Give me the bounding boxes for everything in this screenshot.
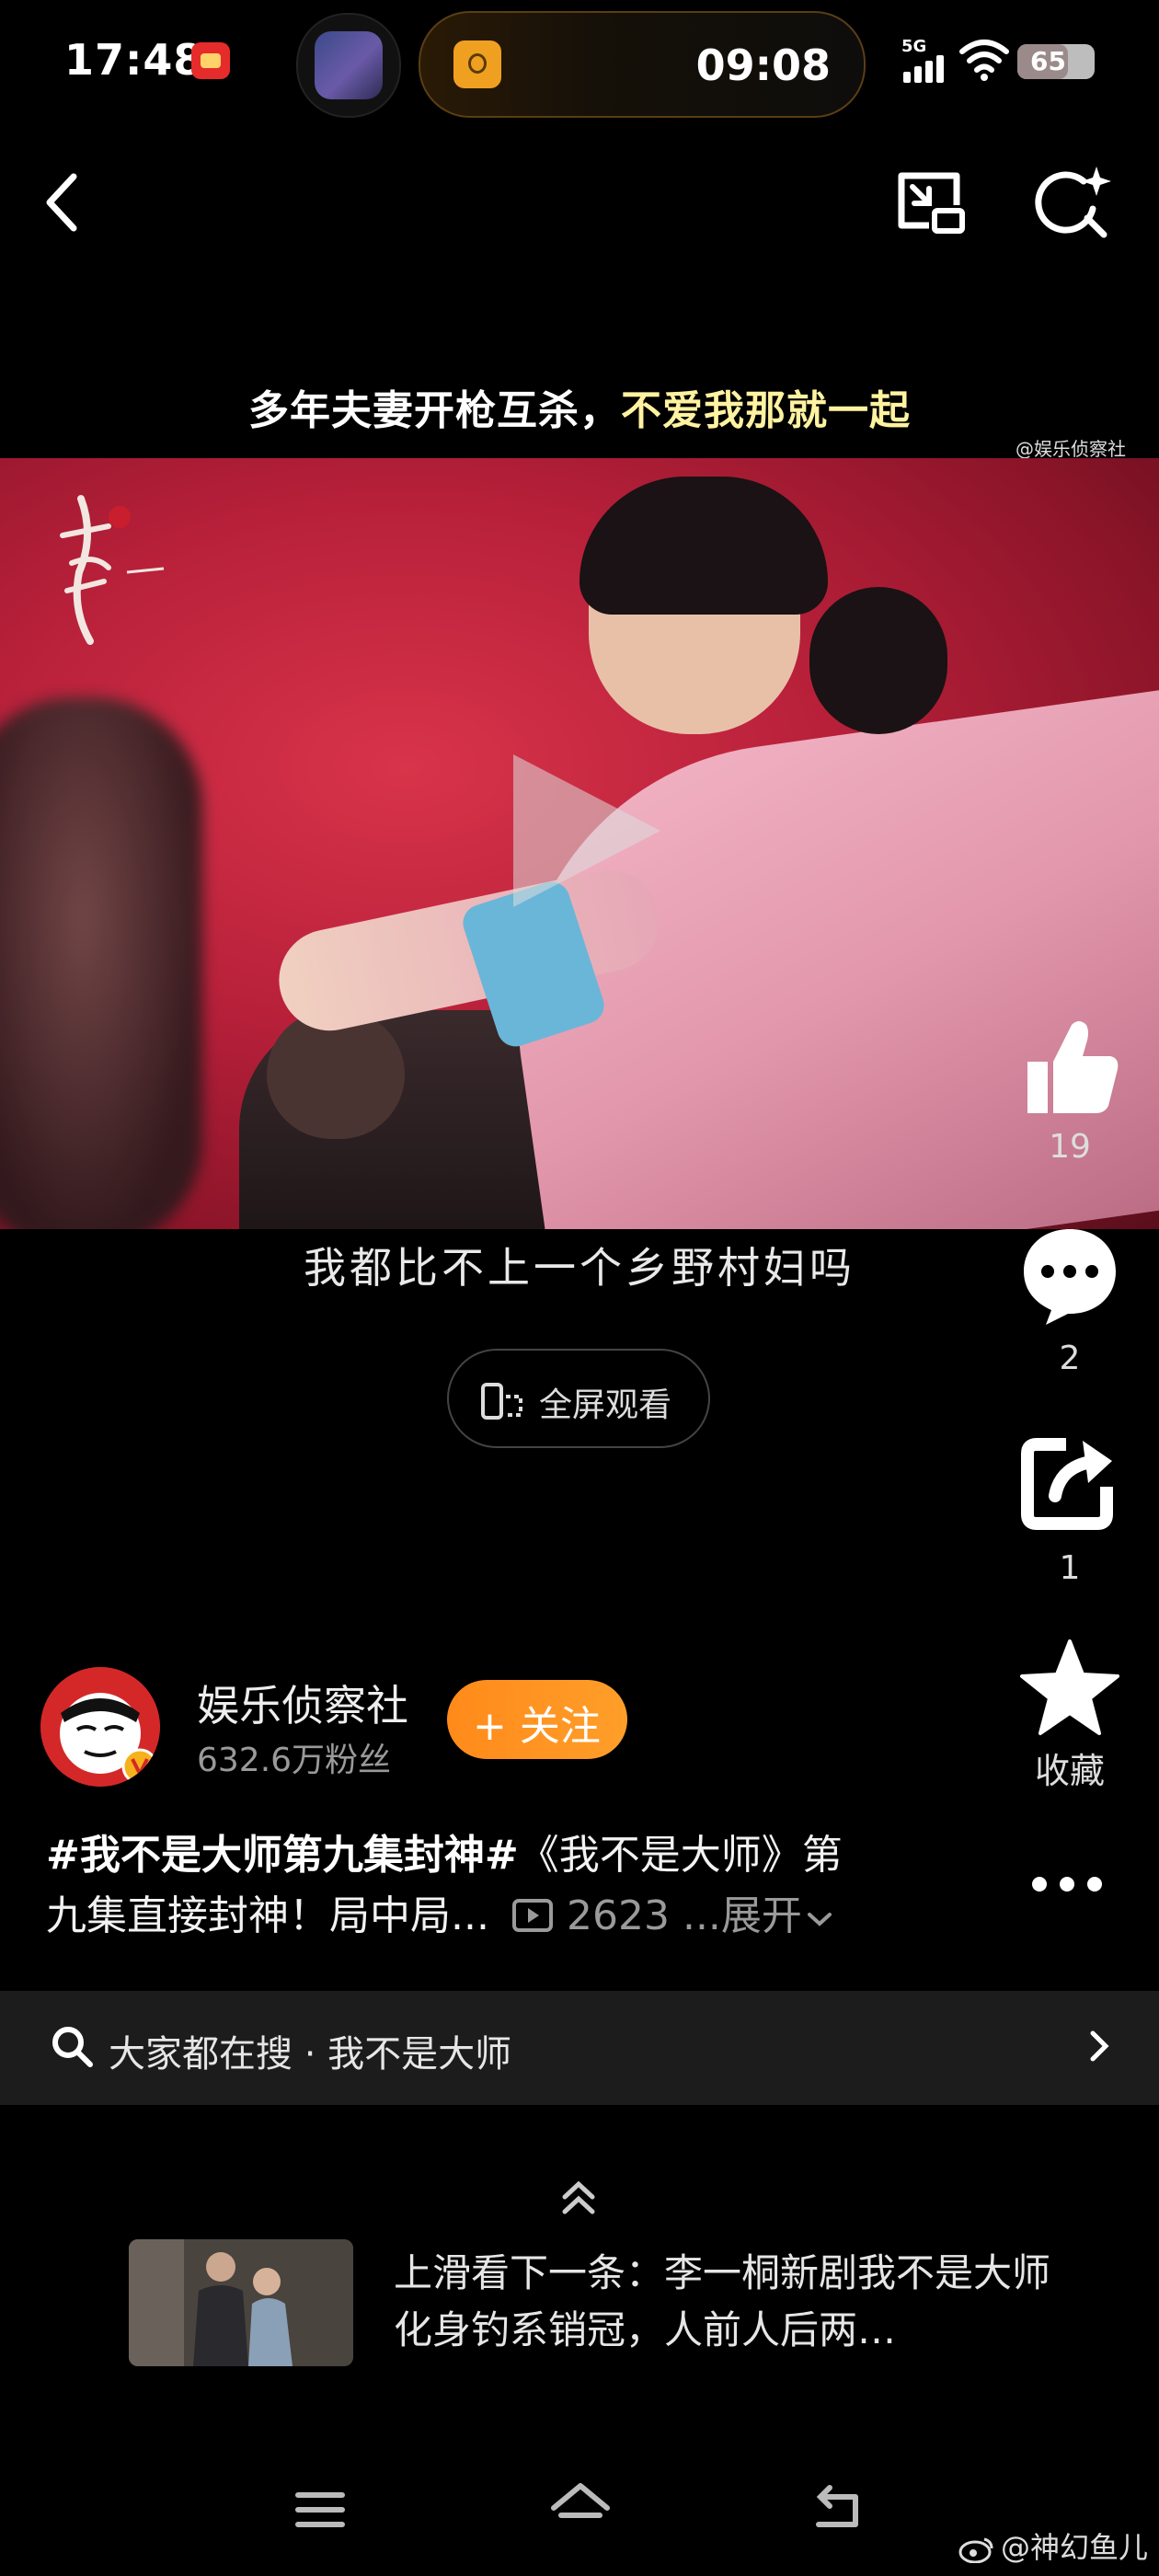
favorite-button[interactable]: [1015, 1634, 1125, 1744]
expand-label: ...展开: [682, 1892, 802, 1939]
weibo-watermark: @神幻鱼儿: [958, 2524, 1148, 2567]
timer-island[interactable]: 09:08: [419, 11, 866, 118]
share-count: 1: [1059, 1549, 1081, 1587]
battery-icon: 65: [1017, 44, 1095, 79]
follow-button[interactable]: + 关注: [447, 1680, 627, 1759]
share-button[interactable]: [1015, 1428, 1125, 1538]
more-options-icon[interactable]: [1021, 1857, 1113, 1912]
description-line1: 《我不是大师》第: [518, 1832, 843, 1879]
picture-in-picture-button[interactable]: [892, 161, 975, 244]
media-avatar-icon[interactable]: [296, 13, 401, 118]
video-title-highlight: 不爱我那就一起: [621, 387, 911, 434]
search-icon: [52, 2027, 93, 2067]
ai-search-button[interactable]: [1030, 161, 1113, 244]
swipe-up-icon: [562, 2180, 595, 2214]
view-count: 2623: [566, 1892, 670, 1939]
video-title-overlay: 多年夫妻开枪互杀，不爱我那就一起: [0, 377, 1159, 451]
next-video-thumbnail[interactable]: [129, 2239, 353, 2366]
drama-logo: [60, 495, 165, 645]
chevron-right-icon: [1090, 2030, 1109, 2062]
cellular-signal-icon: 5G: [901, 37, 957, 83]
network-type-label: 5G: [901, 37, 927, 56]
system-back-button[interactable]: [809, 2484, 865, 2536]
play-count-icon: [511, 1899, 553, 1932]
next-video-title[interactable]: 上滑看下一条：李一桐新剧我不是大师化身钓系销冠，人前人后两…: [394, 2245, 1056, 2359]
fullscreen-label: 全屏观看: [539, 1386, 672, 1424]
author-avatar[interactable]: [40, 1667, 160, 1787]
like-button[interactable]: [1015, 1012, 1125, 1122]
battery-level: 65: [1030, 46, 1066, 76]
favorite-label: 收藏: [1034, 1751, 1105, 1791]
rotate-phone-icon: [481, 1383, 522, 1420]
fullscreen-button[interactable]: 全屏观看: [447, 1349, 710, 1448]
play-icon[interactable]: [504, 743, 670, 918]
author-name[interactable]: 娱乐侦察社: [197, 1673, 408, 1733]
video-subtitle: 我都比不上一个乡野村妇吗: [304, 1243, 855, 1293]
hashtag[interactable]: #我不是大师第九集封神#: [46, 1832, 519, 1879]
wifi-icon: [959, 40, 1009, 81]
timer-text: 09:08: [695, 40, 831, 90]
comment-button[interactable]: [1015, 1220, 1125, 1330]
video-watermark: @娱乐侦察社: [1016, 438, 1126, 460]
description-line2: 九集直接封神！局中局...: [46, 1892, 489, 1939]
status-time: 17:48: [64, 35, 204, 85]
home-button[interactable]: [548, 2478, 613, 2537]
weibo-watermark-text: @神幻鱼儿: [1001, 2530, 1149, 2565]
follow-label: + 关注: [473, 1703, 601, 1750]
trending-search-bar[interactable]: 大家都在搜 · 我不是大师: [0, 1991, 1159, 2105]
recent-apps-button[interactable]: [293, 2484, 348, 2536]
expand-button[interactable]: ...展开: [683, 1892, 833, 1939]
trending-search-text: 大家都在搜 · 我不是大师: [109, 2033, 512, 2076]
author-fans: 632.6万粉丝: [197, 1742, 392, 1779]
chevron-down-icon: [807, 1913, 832, 1926]
like-count: 19: [1049, 1128, 1091, 1166]
notification-app-icon: [191, 42, 230, 79]
comment-count: 2: [1059, 1340, 1081, 1377]
post-description[interactable]: #我不是大师第九集封神#《我不是大师》第 九集直接封神！局中局... 2623 …: [46, 1825, 966, 1947]
status-bar: 17:48 09:08 5G 65: [0, 0, 1159, 129]
video-title-main: 多年夫妻开枪互杀，: [248, 387, 621, 434]
stopwatch-icon: [453, 40, 501, 88]
back-button[interactable]: [37, 166, 92, 239]
weibo-icon: [958, 2537, 993, 2563]
